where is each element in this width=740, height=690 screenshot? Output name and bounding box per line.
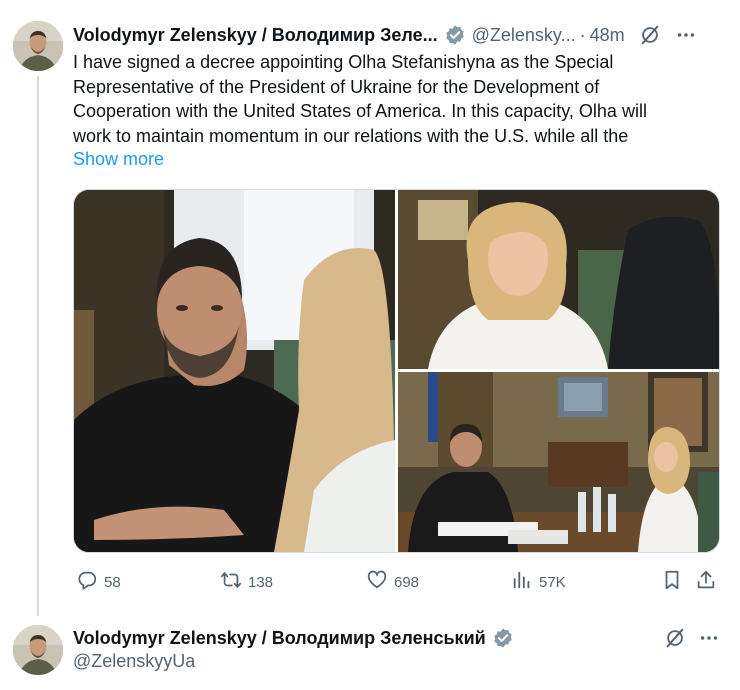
meeting-office-photo[interactable] (398, 372, 719, 552)
tweet-timestamp[interactable]: 48m (590, 25, 625, 46)
views-button[interactable]: 57K (511, 568, 566, 596)
tweet-header: Volodymyr Zelenskyy / Володимир Зеле... … (73, 22, 697, 48)
more-options-icon[interactable] (698, 627, 720, 654)
views-icon (511, 569, 539, 595)
like-count: 698 (394, 573, 420, 591)
bookmark-button[interactable] (661, 568, 689, 596)
tweet-body: I have signed a decree appointing Olha S… (73, 50, 713, 148)
tweet-text-line: Cooperation with the United States of Am… (73, 101, 647, 121)
show-more-link[interactable]: Show more (73, 149, 164, 170)
grok-icon[interactable] (664, 627, 686, 654)
verified-badge-icon (492, 627, 514, 649)
reply-count: 58 (104, 573, 121, 591)
more-options-icon[interactable] (675, 24, 697, 46)
share-icon (695, 569, 723, 595)
thread-connector-line (37, 76, 39, 616)
reply-tweet-header: Volodymyr Zelenskyy / Володимир Зеленськ… (73, 625, 514, 651)
tweet-text-line: work to maintain momentum in our relatio… (73, 125, 629, 146)
repost-icon (220, 569, 248, 595)
reply-author-handle[interactable]: @ZelenskyyUa (73, 651, 195, 672)
reply-author-name[interactable]: Volodymyr Zelenskyy / Володимир Зеленськ… (73, 628, 486, 649)
grok-icon[interactable] (639, 24, 661, 46)
share-button[interactable] (695, 568, 723, 596)
stefanishyna-portrait-photo[interactable] (398, 190, 719, 369)
reply-button[interactable]: 58 (76, 568, 121, 596)
tweet-text-line: Representative of the President of Ukrai… (73, 76, 600, 97)
heart-icon (366, 569, 394, 595)
author-name[interactable]: Volodymyr Zelenskyy / Володимир Зеле... (73, 25, 438, 46)
repost-count: 138 (248, 573, 274, 591)
reply-icon (76, 569, 104, 595)
tweet-actions-bar: 58 138 698 57K (73, 568, 720, 596)
bookmark-icon (661, 569, 689, 595)
author-avatar[interactable] (13, 21, 63, 71)
verified-badge-icon (444, 24, 466, 46)
like-button[interactable]: 698 (366, 568, 419, 596)
repost-button[interactable]: 138 (220, 568, 273, 596)
zelenskyy-portrait-photo[interactable] (74, 190, 395, 552)
author-handle[interactable]: @Zelensky... (472, 25, 576, 46)
tweet-text-line: I have signed a decree appointing Olha S… (73, 52, 614, 72)
media-grid (73, 189, 720, 553)
reply-author-avatar[interactable] (13, 625, 63, 675)
separator-dot: · (579, 24, 586, 45)
views-count: 57K (539, 573, 566, 591)
